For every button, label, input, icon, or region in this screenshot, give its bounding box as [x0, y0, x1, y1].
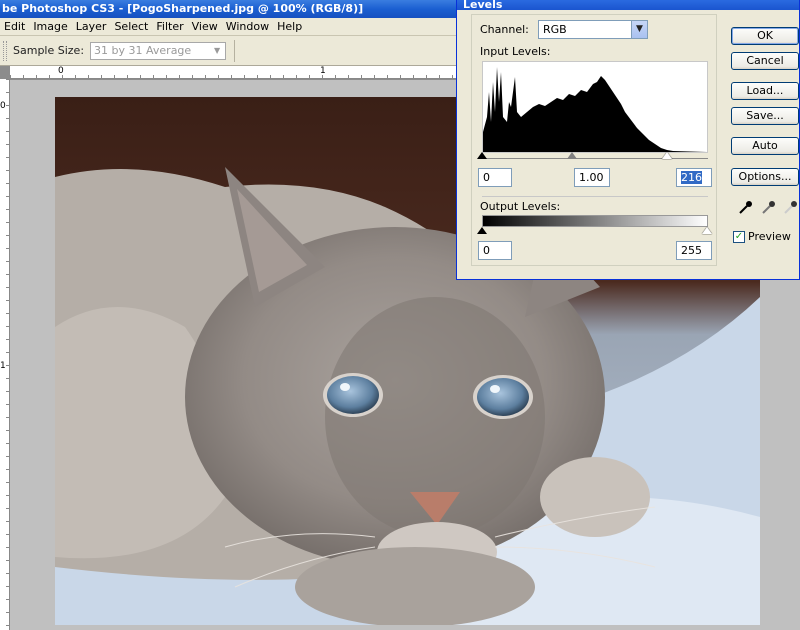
options-button[interactable]: Options...	[731, 168, 799, 186]
sample-size-label: Sample Size:	[13, 44, 85, 57]
input-white-slider[interactable]	[662, 152, 672, 159]
input-gamma-field[interactable]: 1.00	[574, 168, 610, 187]
menu-edit[interactable]: Edit	[0, 18, 29, 35]
menu-view[interactable]: View	[188, 18, 222, 35]
divider	[482, 196, 708, 197]
auto-button[interactable]: Auto	[731, 137, 799, 155]
sample-size-value: 31 by 31 Average	[94, 43, 192, 57]
input-black-slider[interactable]	[477, 152, 487, 159]
black-eyedropper-icon[interactable]	[737, 200, 753, 216]
input-white-field[interactable]: 216	[676, 168, 712, 187]
white-eyedropper-icon[interactable]	[782, 200, 798, 216]
ruler-label: 0	[58, 66, 64, 76]
input-gamma-slider[interactable]	[567, 152, 577, 159]
output-black-slider[interactable]	[477, 227, 487, 234]
ruler-label: 1	[0, 361, 6, 371]
input-black-value: 0	[483, 171, 490, 184]
ruler-label: 0	[0, 101, 6, 111]
input-white-value: 216	[681, 171, 702, 184]
dialog-title-bar[interactable]: Levels	[457, 0, 799, 10]
channel-value: RGB	[543, 23, 567, 36]
output-white-value: 255	[681, 244, 702, 257]
preview-toggle[interactable]: ✓ Preview	[733, 230, 791, 243]
load-button[interactable]: Load...	[731, 82, 799, 100]
input-gamma-value: 1.00	[579, 171, 604, 184]
histogram	[482, 61, 708, 153]
output-levels-label: Output Levels:	[480, 200, 561, 213]
input-slider-track	[482, 158, 708, 159]
output-white-field[interactable]: 255	[676, 241, 712, 260]
gray-eyedropper-icon[interactable]	[760, 200, 776, 216]
menu-image[interactable]: Image	[29, 18, 71, 35]
output-black-value: 0	[483, 244, 490, 257]
output-white-slider[interactable]	[702, 227, 712, 234]
ruler-vertical[interactable]: 0 1	[0, 79, 10, 630]
app-title: be Photoshop CS3 - [PogoSharpened.jpg @ …	[2, 2, 364, 15]
channel-select[interactable]: RGB ▼	[538, 20, 648, 39]
menu-help[interactable]: Help	[273, 18, 306, 35]
sample-size-select[interactable]: 31 by 31 Average ▼	[90, 41, 227, 60]
menu-layer[interactable]: Layer	[72, 18, 111, 35]
preview-checkbox[interactable]: ✓	[733, 230, 745, 243]
preview-label: Preview	[748, 230, 791, 243]
output-gradient	[482, 215, 708, 227]
output-black-field[interactable]: 0	[478, 241, 512, 260]
ruler-label: 1	[320, 66, 326, 76]
options-bar-grip[interactable]	[3, 40, 7, 61]
levels-dialog: Levels Channel: RGB ▼ Input Levels: 0 1.…	[456, 0, 800, 280]
cancel-button[interactable]: Cancel	[731, 52, 799, 70]
input-levels-label: Input Levels:	[480, 45, 551, 58]
save-button[interactable]: Save...	[731, 107, 799, 125]
dialog-title: Levels	[463, 0, 503, 10]
channel-label: Channel:	[480, 23, 529, 36]
menu-select[interactable]: Select	[110, 18, 152, 35]
chevron-down-icon: ▼	[213, 45, 221, 55]
options-separator	[234, 39, 236, 62]
input-black-field[interactable]: 0	[478, 168, 512, 187]
menu-filter[interactable]: Filter	[152, 18, 187, 35]
ok-button[interactable]: OK	[731, 27, 799, 45]
histogram-graph	[483, 67, 707, 152]
chevron-down-icon[interactable]: ▼	[631, 21, 647, 38]
menu-window[interactable]: Window	[222, 18, 273, 35]
levels-settings-group: Channel: RGB ▼ Input Levels: 0 1.00 216 …	[471, 14, 717, 266]
